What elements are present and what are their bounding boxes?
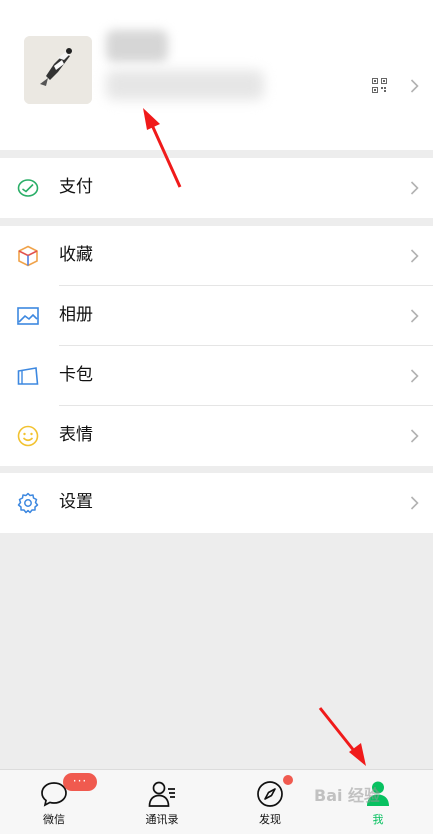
gear-icon: [17, 492, 39, 514]
menu-item-album[interactable]: 相册: [0, 286, 433, 346]
menu-item-label: 相册: [59, 305, 93, 325]
watermark: Bai 经验: [314, 786, 381, 805]
pay-group: 支付: [0, 158, 433, 218]
wallet-pay-icon: [17, 179, 39, 197]
chevron-right-icon: [410, 181, 419, 195]
chevron-right-icon: [410, 429, 419, 443]
services-group: 收藏 相册 卡包 表情: [0, 226, 433, 466]
settings-group: 设置: [0, 473, 433, 533]
menu-item-stickers[interactable]: 表情: [0, 406, 433, 466]
menu-item-label: 支付: [59, 177, 93, 197]
menu-item-settings[interactable]: 设置: [0, 473, 433, 533]
menu-item-label: 收藏: [59, 245, 93, 265]
annotation-arrow-me-tab: [318, 707, 366, 766]
tab-discover[interactable]: 发现: [216, 770, 324, 834]
menu-item-cards[interactable]: 卡包: [0, 346, 433, 406]
menu-item-favorites[interactable]: 收藏: [0, 226, 433, 286]
profile-id-blurred: [106, 70, 264, 100]
tab-label: 发现: [259, 813, 281, 826]
new-dot-badge: [283, 775, 293, 785]
tab-label: 通讯录: [145, 813, 179, 826]
menu-item-label: 表情: [59, 425, 93, 445]
tab-chats[interactable]: ··· 微信: [0, 770, 108, 834]
favorites-cube-icon: [18, 245, 38, 267]
chevron-right-icon: [410, 309, 419, 323]
smiley-face-icon: [17, 425, 39, 447]
qr-code-icon[interactable]: [372, 78, 387, 93]
tab-contacts[interactable]: 通讯录: [108, 770, 216, 834]
chevron-right-icon: [410, 249, 419, 263]
profile-name-blurred: [106, 30, 168, 62]
compass-icon: [257, 781, 283, 807]
contacts-person-icon: [148, 781, 175, 807]
unread-badge: ···: [63, 773, 97, 791]
menu-item-pay[interactable]: 支付: [0, 158, 433, 218]
profile-header[interactable]: [0, 0, 433, 150]
chevron-right-icon: [410, 496, 419, 510]
album-picture-icon: [17, 307, 39, 325]
chevron-right-icon: [410, 369, 419, 383]
card-wallet-icon: [17, 367, 39, 385]
chevron-right-icon: [410, 79, 419, 93]
tab-label: 我: [372, 813, 384, 826]
tab-label: 微信: [43, 813, 65, 826]
menu-item-label: 设置: [59, 492, 93, 512]
avatar[interactable]: [24, 36, 92, 104]
menu-item-label: 卡包: [59, 365, 93, 385]
